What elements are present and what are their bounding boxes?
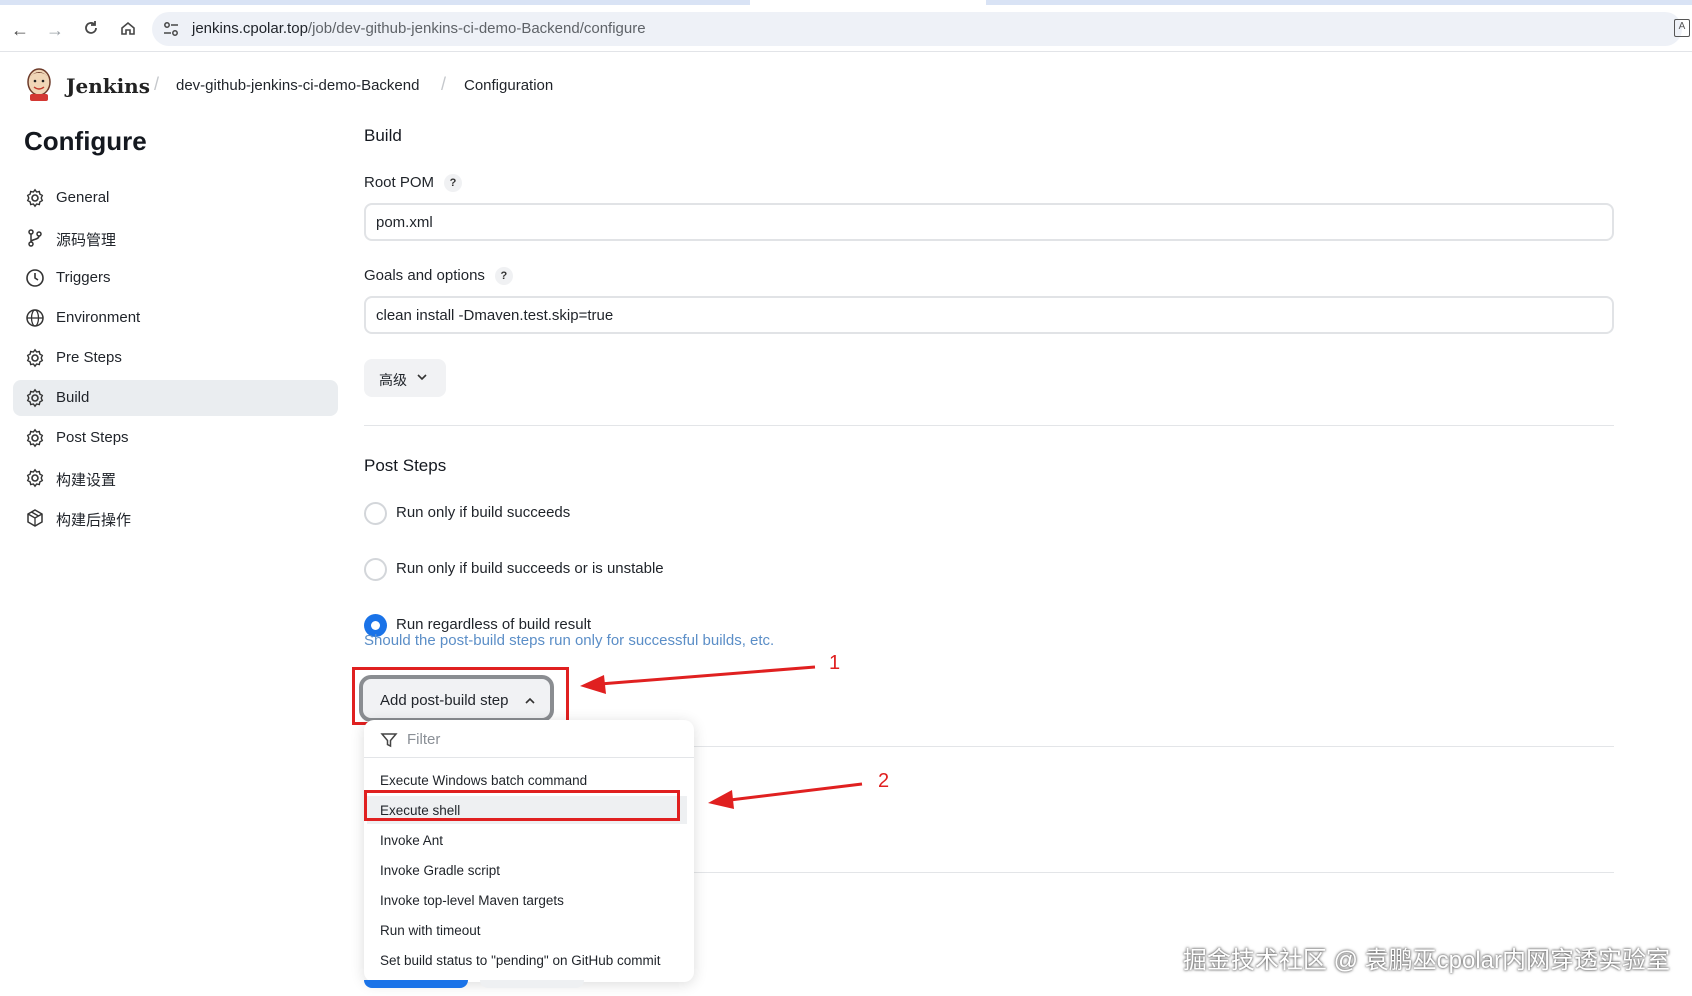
- annotation-arrow-1: [599, 665, 816, 686]
- annotation-arrowhead-1: [580, 675, 606, 694]
- annotation-number-2: 2: [878, 770, 890, 792]
- annotation-arrow-2: [729, 782, 863, 802]
- annotation-number-1: 1: [829, 652, 841, 674]
- annotation-arrows: [580, 665, 863, 809]
- watermark: 掘金技术社区 @ 袁鹏巫cpolar内网穿透实验室: [1182, 947, 1670, 974]
- annotation-arrowhead-2: [708, 790, 734, 809]
